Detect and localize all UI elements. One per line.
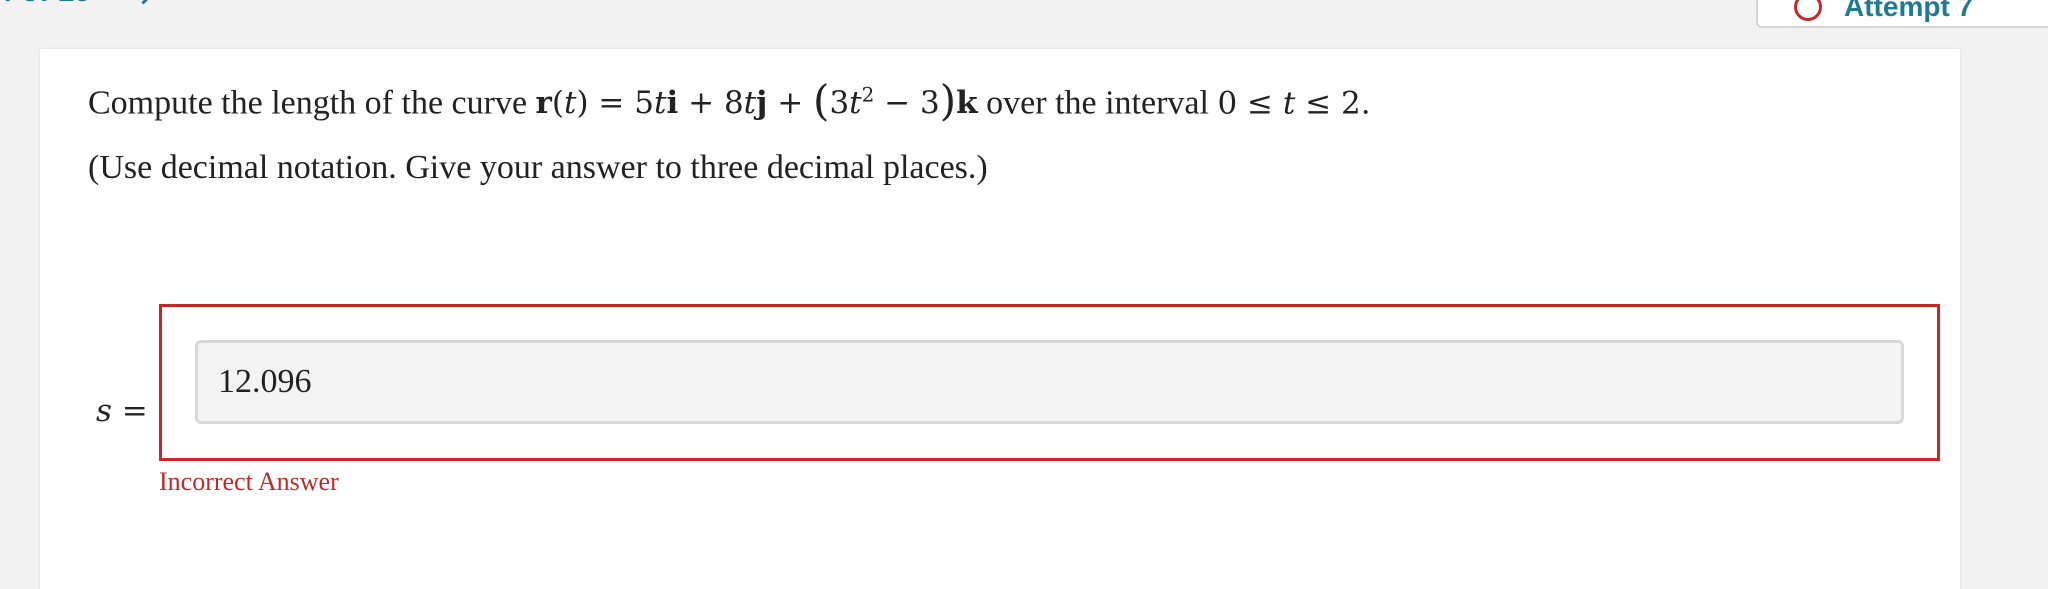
coef-i: 5 [634,85,654,122]
answer-input[interactable] [195,340,1904,424]
minus-term: − 3 [874,85,940,122]
leq-sign: ≤ [1237,85,1283,122]
param-t: t [564,85,577,122]
var-k: t [849,85,862,122]
vector-name: r [535,85,552,122]
interval-var: t [1282,85,1296,122]
period: . [1360,85,1371,122]
incorrect-feedback: Incorrect Answer [159,467,339,496]
math-expression: r(t) = 5ti + 8tj + (3t2 − 3)k [535,79,978,123]
big-paren-close: ) [939,76,957,126]
paren-close: ) [576,85,589,122]
answer-box-error [159,304,1940,461]
plus-sign: + [678,85,724,122]
coef-j: 8 [723,85,744,122]
exponent: 2 [861,83,875,107]
coef-k: 3 [829,85,850,122]
unit-vector-k: k [956,85,978,122]
attempt-button[interactable]: Attempt 7 [1756,0,2048,28]
chevron-right-icon[interactable] [131,0,156,5]
answer-label: s = [96,393,148,429]
plus-sign: + [767,85,814,122]
interval-expression: 0 ≤ t ≤ 2. [1217,85,1370,121]
interval-high: 2 [1341,85,1361,122]
big-paren-open: ( [813,76,830,126]
leq-sign: ≤ [1295,85,1342,122]
var-j: t [743,85,757,122]
equals-sign: = [588,85,635,122]
unit-vector-i: i [666,85,679,122]
question-prompt: Compute the length of the curve r(t) = 5… [88,73,1371,125]
answer-instructions: (Use decimal notation. Give your answer … [88,149,988,186]
question-intro: Compute the length of the curve [88,84,536,122]
question-card: Compute the length of the curve r(t) = 5… [40,49,1960,589]
question-navigation: 4 of 19 [0,0,156,10]
interval-text: over the interval [977,84,1218,122]
question-counter: 4 of 19 [0,0,91,9]
incorrect-status-icon [1794,0,1822,21]
attempt-label: Attempt 7 [1844,0,1974,22]
paren-open: ( [551,85,564,122]
var-i: t [654,85,667,122]
interval-low: 0 [1217,85,1238,122]
answer-variable: s = [96,393,148,429]
unit-vector-j: j [756,85,768,122]
